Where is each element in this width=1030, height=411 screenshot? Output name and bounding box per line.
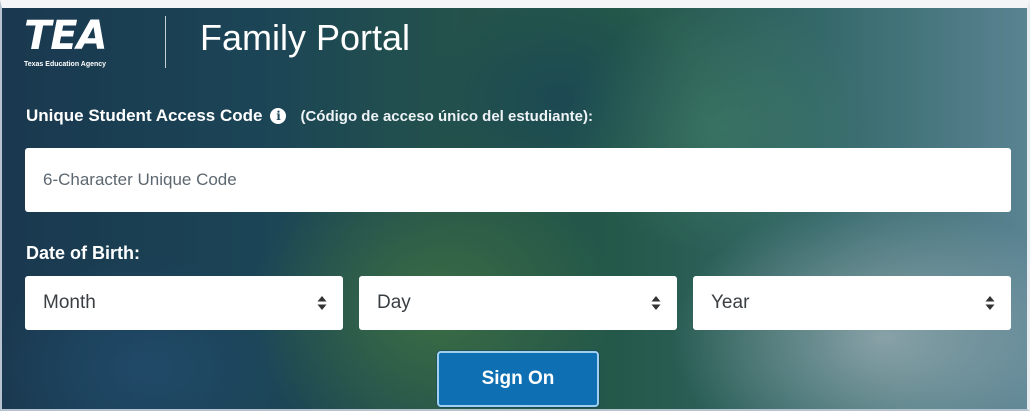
tea-logo-subtitle: Texas Education Agency	[24, 61, 107, 68]
info-circle-icon[interactable]: i	[270, 108, 287, 124]
page-title: Family Portal	[200, 17, 411, 58]
month-select-value: Month	[43, 292, 96, 313]
year-select-value: Year	[711, 292, 750, 313]
access-code-label: Unique Student Access Code i (Código de …	[26, 106, 593, 126]
header-divider	[165, 16, 166, 68]
access-code-input[interactable]	[25, 148, 1011, 212]
sort-arrows-icon	[985, 296, 995, 310]
year-select[interactable]: Year	[693, 276, 1011, 330]
access-code-label-text: Unique Student Access Code	[26, 106, 263, 125]
sort-arrows-icon	[651, 296, 661, 310]
tea-logo: TEA Texas Education Agency	[22, 13, 150, 72]
portal-frame: TEA Texas Education Agency Family Portal…	[0, 0, 1030, 411]
page-header: TEA Texas Education Agency Family Portal	[22, 8, 1002, 74]
day-select-value: Day	[377, 292, 411, 313]
tea-logo-text: TEA	[24, 13, 108, 59]
sign-on-button[interactable]: Sign On	[437, 351, 599, 407]
sort-arrows-icon	[317, 296, 327, 310]
month-select[interactable]: Month	[25, 276, 343, 330]
date-of-birth-label: Date of Birth:	[26, 243, 140, 263]
access-code-label-spanish: (Código de acceso único del estudiante):	[300, 107, 594, 125]
day-select[interactable]: Day	[359, 276, 677, 330]
